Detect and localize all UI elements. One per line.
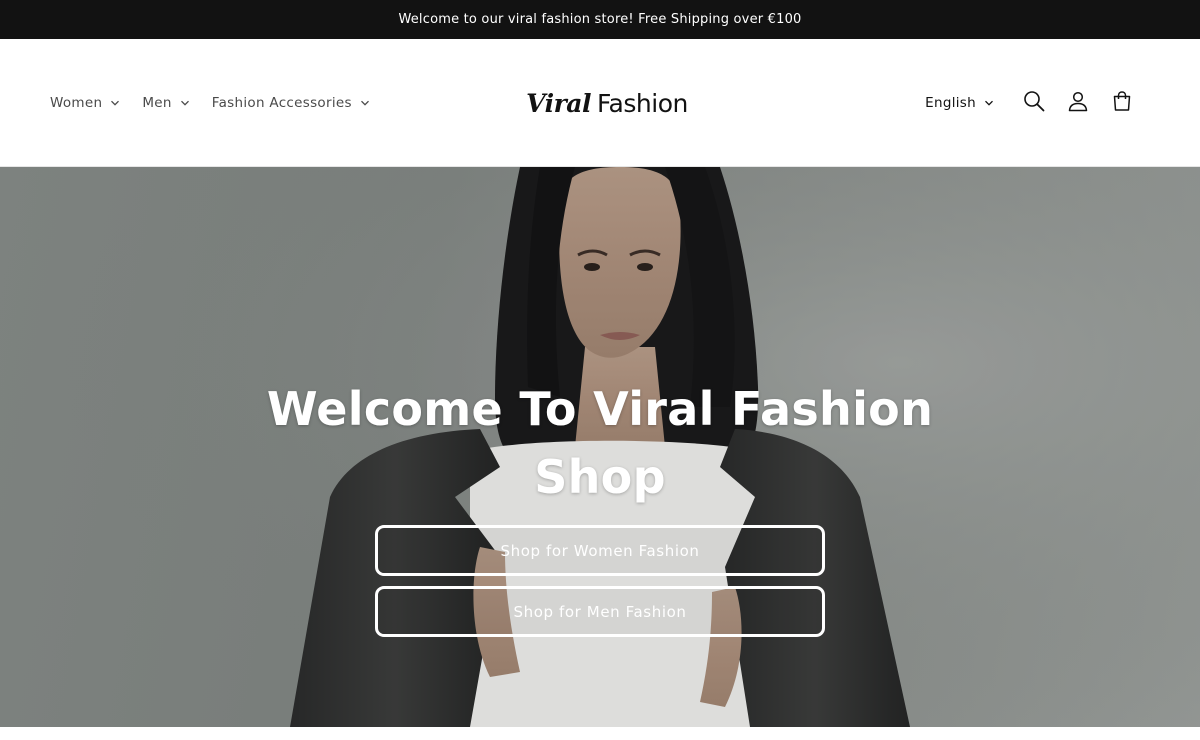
- language-selector[interactable]: English: [925, 95, 994, 111]
- nav-item-label: Men: [142, 95, 172, 111]
- shop-men-button[interactable]: Shop for Men Fashion: [375, 586, 825, 637]
- account-icon: [1067, 90, 1089, 116]
- chevron-down-icon: [984, 98, 994, 108]
- announcement-text: Welcome to our viral fashion store! Free…: [398, 12, 802, 27]
- chevron-down-icon: [110, 98, 120, 108]
- hero-banner: Welcome To Viral Fashion Shop Shop for W…: [0, 167, 1200, 727]
- hero-content: Welcome To Viral Fashion Shop Shop for W…: [0, 167, 1200, 727]
- logo-text-secondary: Fashion: [596, 88, 688, 118]
- main-nav: Women Men Fashion Accessories: [50, 39, 392, 167]
- nav-item-label: Women: [50, 95, 103, 111]
- nav-item-men[interactable]: Men: [142, 95, 189, 111]
- shop-women-button[interactable]: Shop for Women Fashion: [375, 525, 825, 576]
- chevron-down-icon: [360, 98, 370, 108]
- cart-button[interactable]: [1100, 81, 1144, 125]
- language-label: English: [925, 95, 976, 111]
- nav-item-label: Fashion Accessories: [211, 95, 352, 111]
- chevron-down-icon: [180, 98, 190, 108]
- site-logo[interactable]: Viral Fashion: [522, 39, 692, 167]
- nav-item-fashion-accessories[interactable]: Fashion Accessories: [212, 95, 370, 111]
- hero-title: Welcome To Viral Fashion Shop: [266, 382, 934, 504]
- logo-text-primary: Viral: [526, 88, 591, 118]
- search-icon: [1023, 90, 1045, 116]
- search-button[interactable]: [1012, 81, 1056, 125]
- site-header: Women Men Fashion Accessories Viral Fash…: [0, 39, 1200, 167]
- nav-item-women[interactable]: Women: [50, 95, 120, 111]
- announcement-bar: Welcome to our viral fashion store! Free…: [0, 0, 1200, 39]
- header-tools: English: [925, 39, 1144, 167]
- cart-icon: [1111, 90, 1133, 116]
- account-button[interactable]: [1056, 81, 1100, 125]
